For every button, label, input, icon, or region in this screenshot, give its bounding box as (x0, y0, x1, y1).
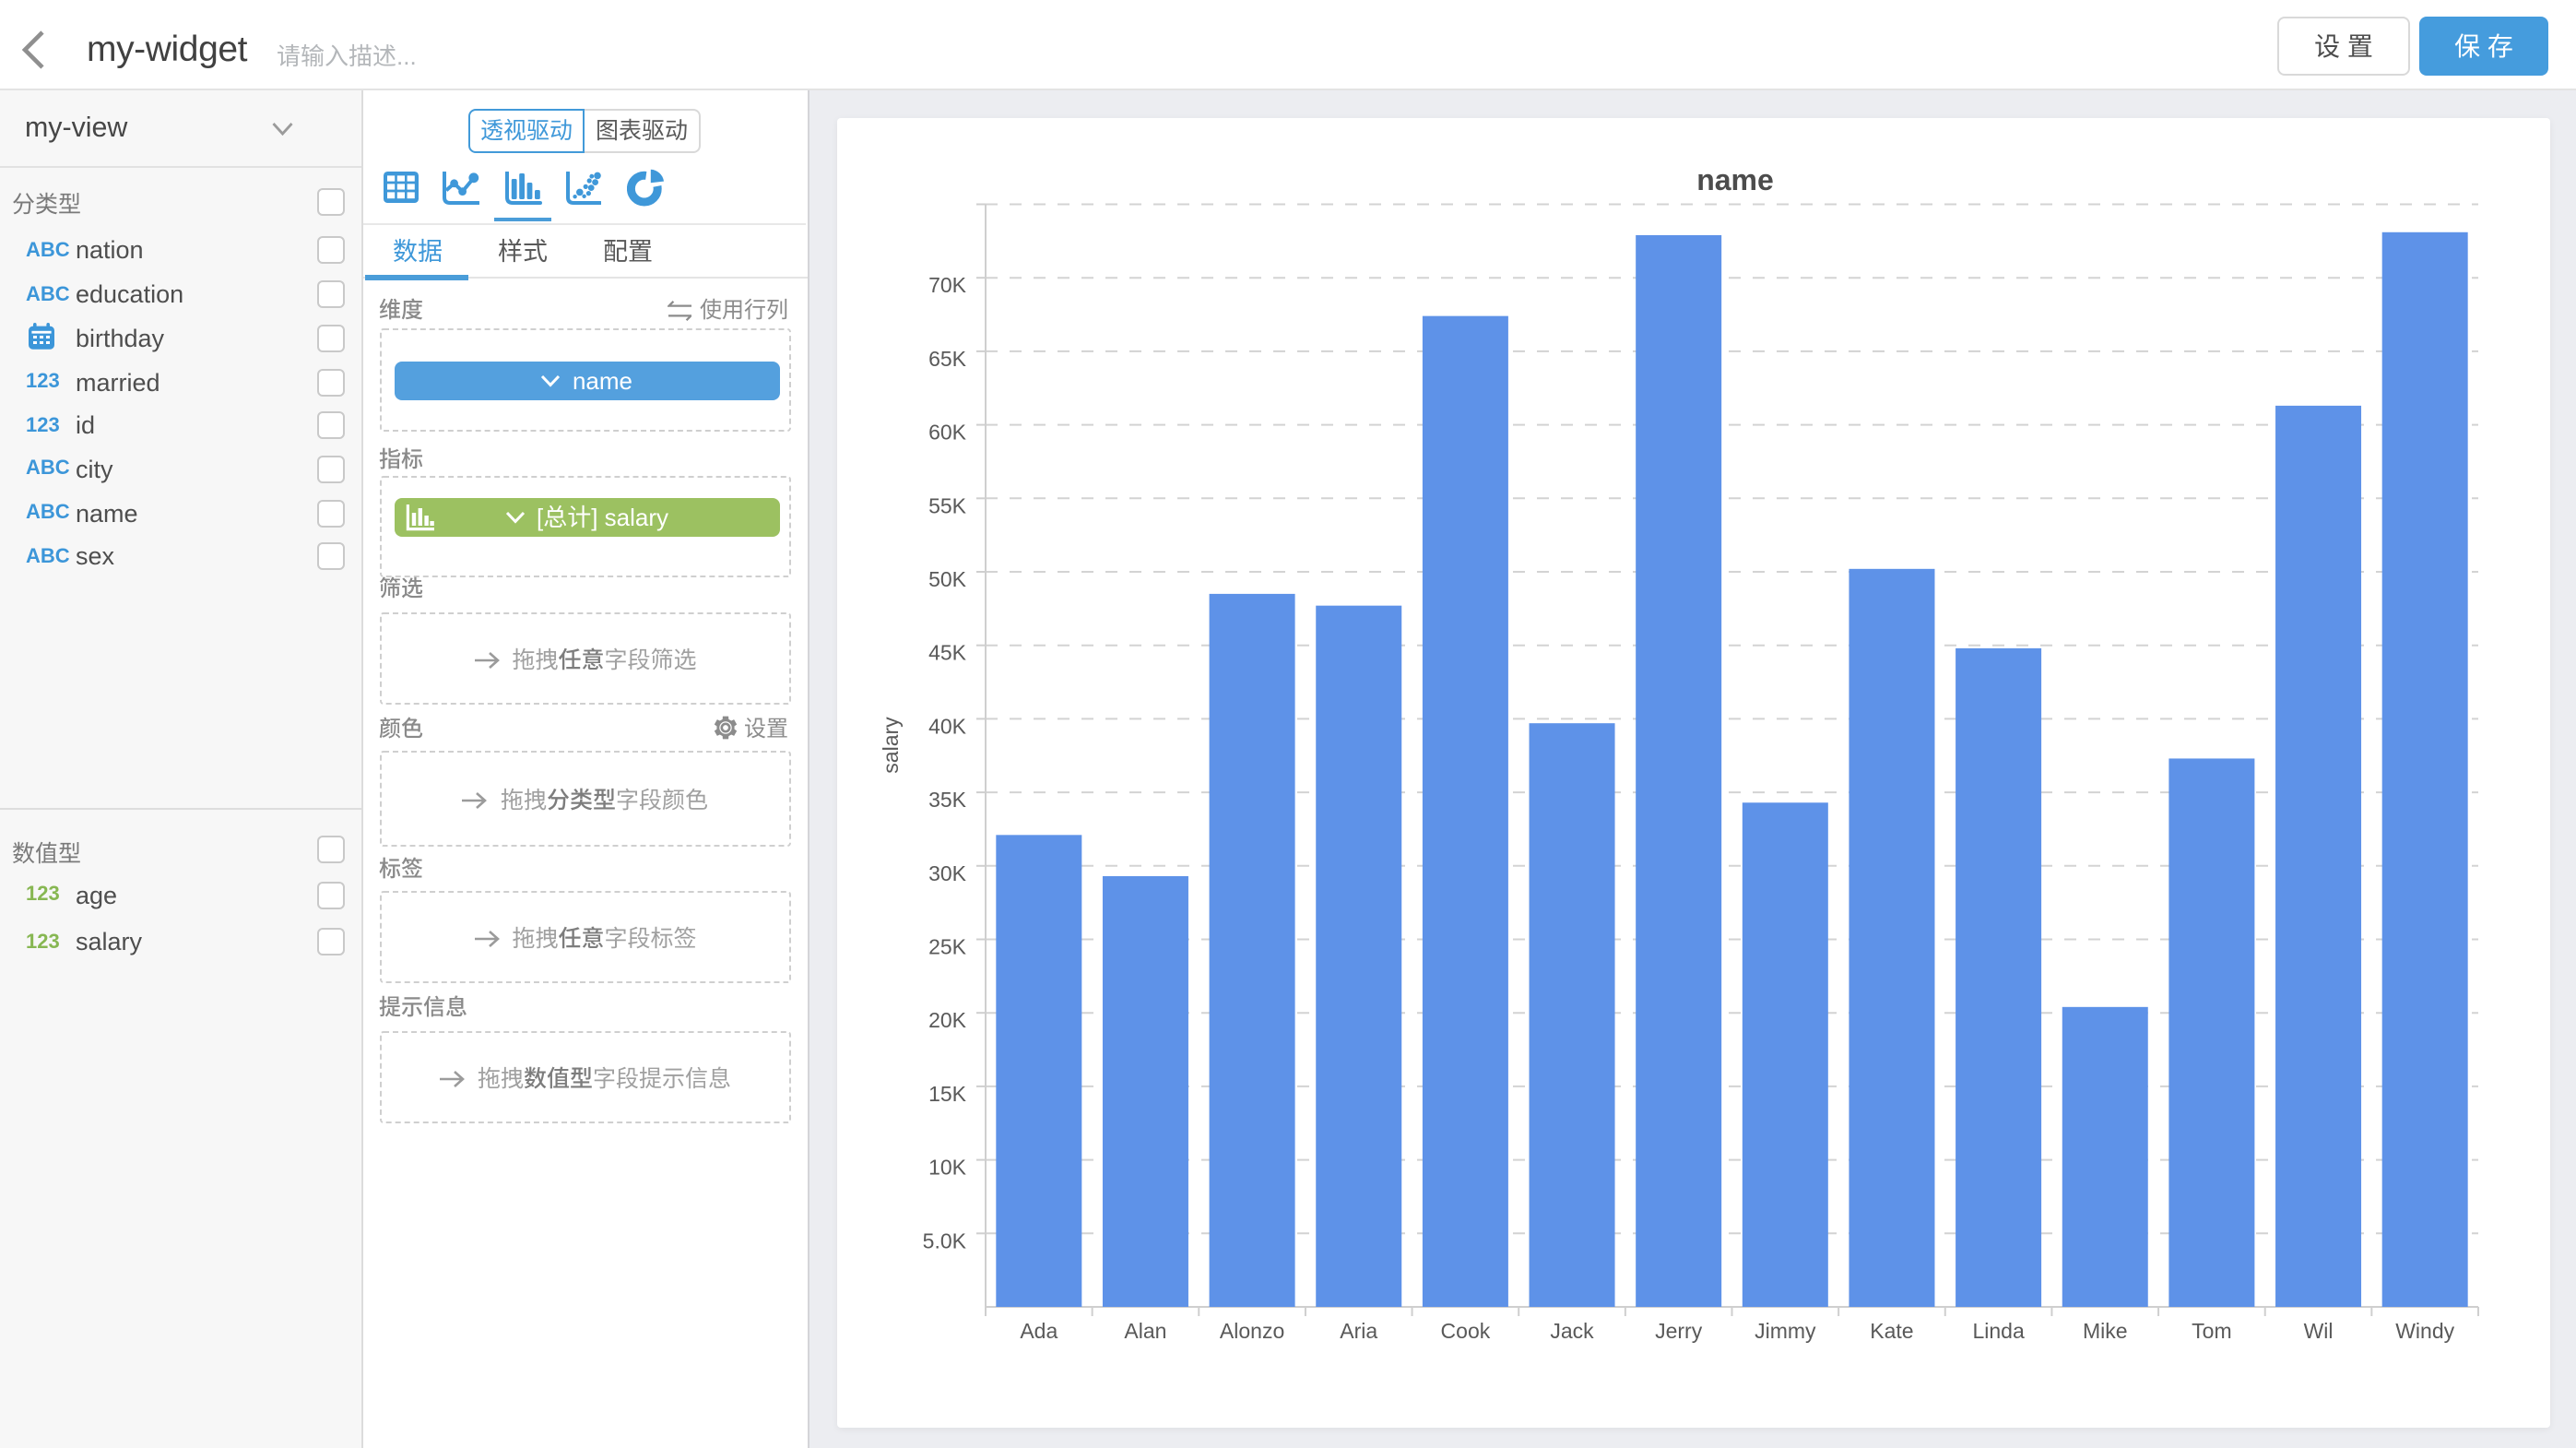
svg-text:40K: 40K (928, 714, 967, 738)
svg-text:20K: 20K (928, 1008, 967, 1032)
svg-text:name: name (1696, 163, 1774, 196)
svg-text:Jack: Jack (1550, 1319, 1594, 1343)
svg-text:70K: 70K (928, 273, 967, 297)
svg-text:Kate: Kate (1870, 1319, 1913, 1343)
svg-text:55K: 55K (928, 493, 967, 517)
svg-text:Ada: Ada (1020, 1319, 1058, 1343)
svg-text:Mike: Mike (2083, 1319, 2128, 1343)
svg-text:10K: 10K (928, 1156, 967, 1180)
svg-text:35K: 35K (928, 788, 967, 812)
svg-text:Jimmy: Jimmy (1755, 1319, 1816, 1343)
svg-text:60K: 60K (928, 421, 967, 445)
svg-text:30K: 30K (928, 861, 967, 885)
svg-text:salary: salary (879, 717, 903, 774)
svg-text:15K: 15K (928, 1082, 967, 1106)
svg-text:Alonzo: Alonzo (1220, 1319, 1284, 1343)
svg-text:45K: 45K (928, 641, 967, 665)
svg-text:50K: 50K (928, 567, 967, 591)
svg-text:5.0K: 5.0K (923, 1228, 967, 1252)
svg-text:25K: 25K (928, 935, 967, 959)
svg-text:Tom: Tom (2192, 1319, 2231, 1343)
svg-text:65K: 65K (928, 347, 967, 371)
svg-text:Jerry: Jerry (1655, 1319, 1703, 1343)
svg-text:Windy: Windy (2395, 1319, 2454, 1343)
svg-text:Aria: Aria (1340, 1319, 1377, 1343)
svg-text:Wil: Wil (2304, 1319, 2334, 1343)
svg-text:Linda: Linda (1972, 1319, 2024, 1343)
svg-text:Cook: Cook (1441, 1319, 1491, 1343)
svg-text:Alan: Alan (1124, 1319, 1166, 1343)
